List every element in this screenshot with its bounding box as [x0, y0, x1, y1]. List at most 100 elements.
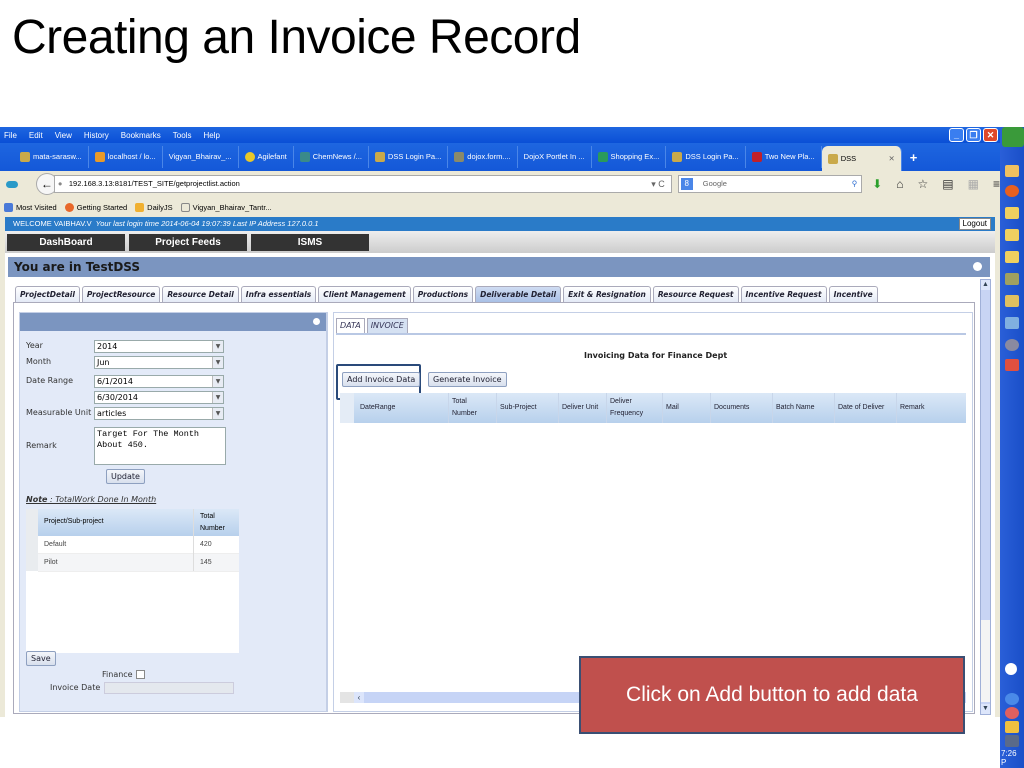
browser-tab[interactable]: Two New Pla...	[746, 146, 822, 168]
messenger-icon[interactable]	[1005, 165, 1019, 177]
invoice-date-field[interactable]	[104, 682, 234, 694]
menu-edit[interactable]: Edit	[29, 131, 43, 140]
browser-tab[interactable]: ChemNews /...	[294, 146, 369, 168]
folder-icon[interactable]	[1005, 229, 1019, 241]
chevron-down-icon[interactable]: ▼	[212, 341, 223, 352]
nav-project-feeds[interactable]: Project Feeds	[129, 234, 247, 251]
remark-textarea[interactable]: Target For The Month About 450.	[94, 427, 226, 465]
year-select[interactable]: 2014 ▼	[94, 340, 224, 353]
menu-file[interactable]: File	[4, 131, 17, 140]
chevron-down-icon[interactable]: ▼	[212, 357, 223, 368]
gear-icon[interactable]	[313, 318, 320, 325]
menu-bookmarks[interactable]: Bookmarks	[121, 131, 161, 140]
start-button[interactable]	[1002, 127, 1024, 147]
close-window-button[interactable]: ✕	[983, 128, 998, 142]
browser-tab[interactable]: Vigyan_Bhairav_...	[163, 146, 239, 168]
browser-tab[interactable]: localhost / lo...	[89, 146, 163, 168]
generate-invoice-button[interactable]: Generate Invoice	[428, 372, 507, 387]
add-invoice-data-button[interactable]: Add Invoice Data	[342, 372, 421, 387]
close-tab-icon[interactable]: ✕	[888, 148, 894, 170]
tab-project-resource[interactable]: ProjectResource	[81, 286, 161, 302]
browser-tab[interactable]: mata-sarasw...	[14, 146, 89, 168]
firefox-icon[interactable]	[1005, 185, 1019, 197]
bookmark-item[interactable]: Getting Started	[64, 202, 127, 212]
scroll-down-icon[interactable]: ▼	[981, 704, 990, 714]
tab-data[interactable]: DATA	[336, 318, 365, 333]
home-icon[interactable]: ⌂	[896, 177, 903, 191]
table-row[interactable]: Default 420	[38, 536, 239, 554]
browser-tab-active[interactable]: DSS ✕	[821, 146, 902, 172]
date-from-select[interactable]: 6/1/2014 ▼	[94, 375, 224, 388]
measurable-unit-select[interactable]: articles ▼	[94, 407, 224, 420]
browser-tab[interactable]: Shopping Ex...	[592, 146, 667, 168]
finance-checkbox[interactable]	[135, 670, 145, 679]
app-icon[interactable]	[1005, 295, 1019, 307]
menu-tools[interactable]: Tools	[173, 131, 192, 140]
reload-icon[interactable]: ▾ C	[651, 176, 665, 192]
date-to-select[interactable]: 6/30/2014 ▼	[94, 391, 224, 404]
app-icon[interactable]	[1005, 339, 1019, 351]
restore-button[interactable]: ❐	[966, 128, 981, 142]
star-icon[interactable]: ☆	[918, 177, 929, 191]
nav-dashboard[interactable]: DashBoard	[7, 234, 125, 251]
update-button[interactable]: Update	[106, 469, 145, 484]
folder-icon[interactable]	[1005, 251, 1019, 263]
menu-help[interactable]: Help	[203, 131, 219, 140]
search-input[interactable]: 8 Google ⚲	[677, 175, 863, 193]
nav-isms[interactable]: ISMS	[251, 234, 369, 251]
browser-tab[interactable]: DSS Login Pa...	[369, 146, 449, 168]
search-icon[interactable]: ⚲	[852, 176, 858, 192]
gear-icon[interactable]	[973, 262, 982, 271]
browser-tab[interactable]: dojox.form....	[448, 146, 518, 168]
menu-history[interactable]: History	[84, 131, 109, 140]
tab-groups-icon[interactable]	[6, 180, 18, 188]
app-icon[interactable]	[1005, 359, 1019, 371]
vertical-scrollbar[interactable]: ▲ ▼	[980, 279, 991, 715]
calculator-icon[interactable]: ▦	[968, 177, 979, 191]
bookmark-item[interactable]: DailyJS	[135, 202, 173, 212]
tab-invoice[interactable]: INVOICE	[366, 318, 408, 333]
tab-resource-request[interactable]: Resource Request	[652, 286, 739, 302]
menu-icon[interactable]: ≡	[993, 177, 1000, 191]
menu-view[interactable]: View	[55, 131, 72, 140]
tab-productions[interactable]: Productions	[412, 286, 474, 302]
month-select[interactable]: Jun ▼	[94, 356, 224, 369]
invoice-title: Invoicing Data for Finance Dept	[584, 351, 728, 360]
url-bar[interactable]: ● 192.168.3.13:8181/TEST_SITE/getproject…	[53, 175, 672, 193]
network-tray-icon[interactable]	[1005, 735, 1019, 747]
clipboard-icon[interactable]: ▤	[942, 177, 953, 191]
tab-client-management[interactable]: Client Management	[318, 286, 411, 302]
tab-infra-essentials[interactable]: Infra essentials	[240, 286, 317, 302]
table-row[interactable]: Pilot 145	[38, 554, 239, 572]
new-tab-button[interactable]: +	[910, 150, 918, 165]
logout-button[interactable]: Logout	[958, 218, 991, 230]
chevron-down-icon[interactable]: ▼	[212, 392, 223, 403]
tool-icon[interactable]	[1005, 273, 1019, 285]
tab-incentive[interactable]: Incentive	[828, 286, 878, 302]
tab-exit-resignation[interactable]: Exit & Resignation	[563, 286, 651, 302]
save-button[interactable]: Save	[26, 651, 56, 666]
tray-icon[interactable]	[1005, 707, 1019, 719]
bookmark-item[interactable]: Vigyan_Bhairav_Tantr...	[180, 202, 272, 212]
chevron-down-icon[interactable]: ▼	[212, 408, 223, 419]
tray-arrow-icon[interactable]	[1005, 693, 1019, 705]
splitter[interactable]	[327, 312, 331, 712]
help-icon[interactable]	[1005, 663, 1017, 675]
tab-incentive-request[interactable]: Incentive Request	[740, 286, 827, 302]
tab-project-detail[interactable]: ProjectDetail	[15, 286, 80, 302]
tab-resource-detail[interactable]: Resource Detail	[162, 286, 239, 302]
browser-window: File Edit View History Bookmarks Tools H…	[0, 127, 1000, 717]
network-icon[interactable]	[1005, 317, 1019, 329]
scroll-up-icon[interactable]: ▲	[981, 280, 990, 290]
bookmark-item[interactable]: Most Visited	[4, 202, 57, 212]
browser-tab[interactable]: Agilefant	[239, 146, 294, 168]
browser-tab[interactable]: DSS Login Pa...	[666, 146, 746, 168]
chevron-down-icon[interactable]: ▼	[212, 376, 223, 387]
minimize-button[interactable]: _	[949, 128, 964, 142]
tab-deliverable-detail[interactable]: Deliverable Detail	[475, 286, 562, 302]
download-icon[interactable]: ⬇	[872, 177, 882, 191]
tray-icon[interactable]	[1005, 721, 1019, 733]
folder-icon[interactable]	[1005, 207, 1019, 219]
browser-tab[interactable]: DojoX Portlet In ...	[518, 146, 592, 168]
scroll-left-icon[interactable]: ‹	[354, 692, 364, 703]
